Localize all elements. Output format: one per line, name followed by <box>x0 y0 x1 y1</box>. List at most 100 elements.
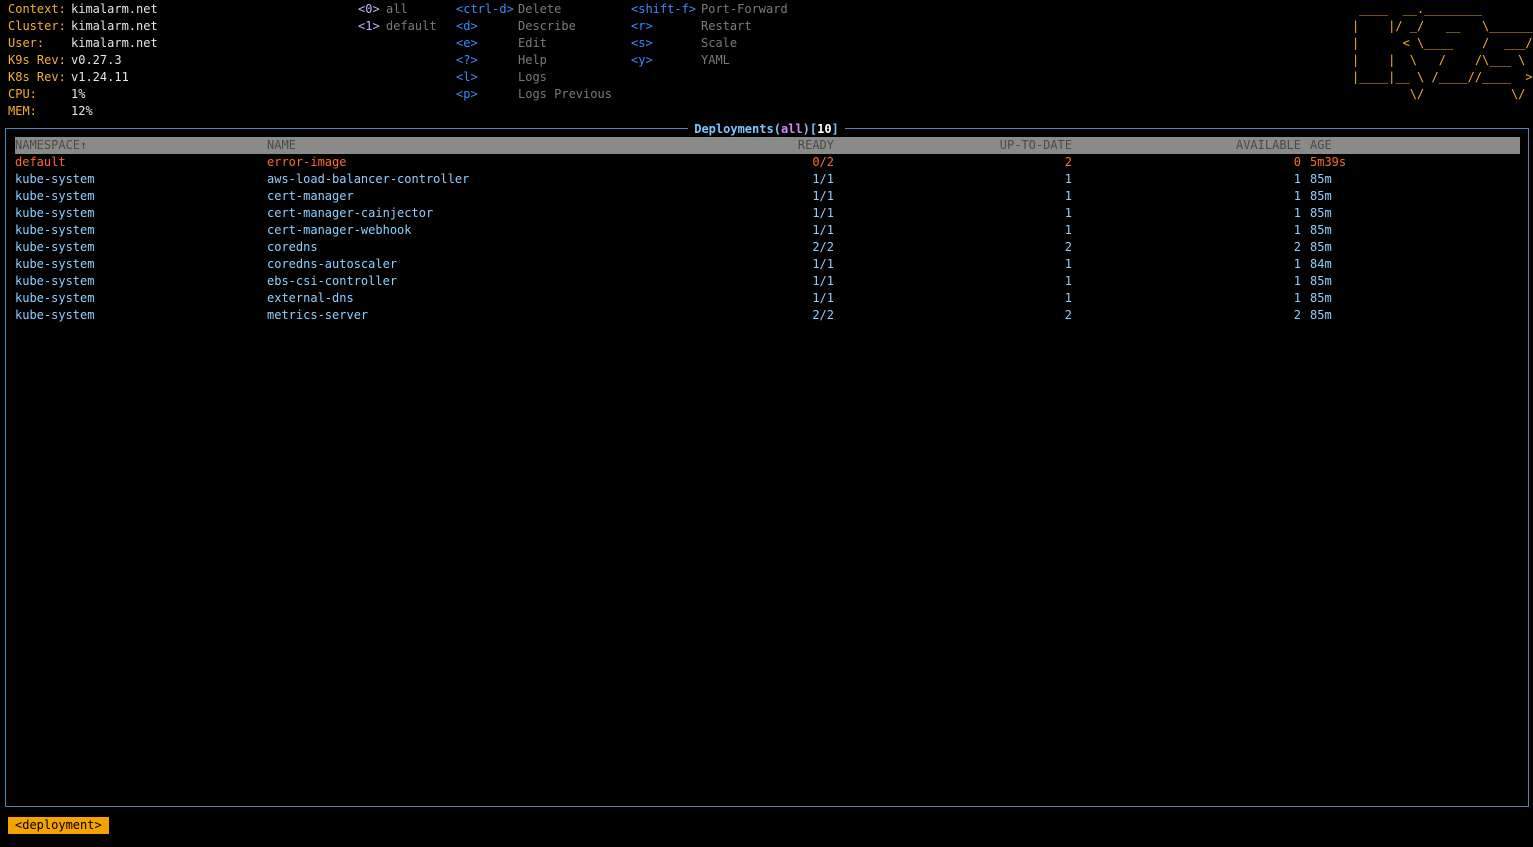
cell-name: external-dns <box>267 291 354 305</box>
cell-ready: 1/1 <box>812 172 834 186</box>
cell-name: cert-manager <box>267 189 354 203</box>
cell-age: 85m <box>1310 274 1332 288</box>
cell-up-to-date: 2 <box>1064 155 1072 169</box>
cell-age: 85m <box>1310 172 1332 186</box>
cell-name: coredns-autoscaler <box>267 257 398 271</box>
hint-logs[interactable]: <l> Logs <box>456 69 612 86</box>
hint-yaml[interactable]: <y> YAML <box>631 52 788 69</box>
table-row[interactable]: kube-system coredns 2/2 2 2 85m <box>15 239 1520 256</box>
table-body: default error-image 0/2 2 0 5m39s kube-system a… <box>15 154 1520 324</box>
deployments-table: NAMESPACE↑ NAME READY UP-TO-DATE AVAILAB… <box>15 137 1520 324</box>
cell-namespace: kube-system <box>15 240 95 254</box>
info-user: User: kimalarm.net <box>8 36 158 50</box>
table-row[interactable]: kube-system cert-manager 1/1 1 1 85m <box>15 188 1520 205</box>
info-mem: MEM: 12% <box>8 104 93 118</box>
cell-available: 2 <box>1293 240 1301 254</box>
column-available[interactable]: AVAILABLE <box>1236 137 1301 154</box>
cell-age: 85m <box>1310 308 1332 322</box>
table-row[interactable]: kube-system external-dns 1/1 1 1 85m <box>15 290 1520 307</box>
cell-available: 1 <box>1293 274 1301 288</box>
cell-ready: 0/2 <box>812 155 834 169</box>
cell-name: ebs-csi-controller <box>267 274 398 288</box>
column-namespace[interactable]: NAMESPACE↑ <box>15 137 87 154</box>
column-up-to-date[interactable]: UP-TO-DATE <box>1000 137 1072 154</box>
cell-ready: 1/1 <box>812 274 834 288</box>
cell-name: coredns <box>267 240 318 254</box>
namespace-shortcut-all[interactable]: <0> all <box>358 1 437 18</box>
cell-up-to-date: 1 <box>1064 206 1072 220</box>
hint-edit[interactable]: <e> Edit <box>456 35 612 52</box>
table-row[interactable]: kube-system aws-load-balancer-controller 1… <box>15 171 1520 188</box>
hint-scale[interactable]: <s> Scale <box>631 35 788 52</box>
namespace-shortcut-default[interactable]: <1> default <box>358 18 437 35</box>
info-cpu: CPU: 1% <box>8 87 86 101</box>
cell-namespace: kube-system <box>15 223 95 237</box>
table-row[interactable]: kube-system cert-manager-webhook 1/1 1 1 85m <box>15 222 1520 239</box>
cell-ready: 1/1 <box>812 291 834 305</box>
table-row[interactable]: kube-system metrics-server 2/2 2 2 85m <box>15 307 1520 324</box>
cell-ready: 1/1 <box>812 189 834 203</box>
table-header: NAMESPACE↑ NAME READY UP-TO-DATE AVAILAB… <box>15 137 1520 154</box>
info-cluster: Cluster: kimalarm.net <box>8 19 158 33</box>
panel-title: Deployments(all)[10] <box>0 121 1533 138</box>
table-row[interactable]: kube-system cert-manager-cainjector 1/1 1 1 8… <box>15 205 1520 222</box>
cell-ready: 2/2 <box>812 240 834 254</box>
cell-namespace: kube-system <box>15 274 95 288</box>
hint-port-forward[interactable]: <shift-f> Port-Forward <box>631 1 788 18</box>
cell-available: 1 <box>1293 257 1301 271</box>
cell-age: 85m <box>1310 291 1332 305</box>
cell-namespace: kube-system <box>15 291 95 305</box>
cell-ready: 1/1 <box>812 206 834 220</box>
cell-name: aws-load-balancer-controller <box>267 172 470 186</box>
cell-up-to-date: 1 <box>1064 189 1072 203</box>
cell-available: 2 <box>1293 308 1301 322</box>
hint-delete[interactable]: <ctrl-d> Delete <box>456 1 612 18</box>
info-k8s-rev: K8s Rev: v1.24.11 <box>8 70 129 84</box>
cell-ready: 1/1 <box>812 223 834 237</box>
hint-help[interactable]: <?> Help <box>456 52 612 69</box>
cell-available: 0 <box>1293 155 1301 169</box>
cell-up-to-date: 1 <box>1064 257 1072 271</box>
key-hints-primary: <ctrl-d> Delete <d> Describe <e> Edit <?> He… <box>456 1 612 103</box>
cluster-info: Context: kimalarm.net Cluster: kimalarm.ne… <box>8 1 158 120</box>
hint-logs-previous[interactable]: <p> Logs Previous <box>456 86 612 103</box>
cell-available: 1 <box>1293 206 1301 220</box>
cell-name: metrics-server <box>267 308 369 322</box>
cell-up-to-date: 1 <box>1064 223 1072 237</box>
cell-available: 1 <box>1293 291 1301 305</box>
info-k9s-rev: K9s Rev: v0.27.3 <box>8 53 122 67</box>
key-hints-secondary: <shift-f> Port-Forward <r> Restart <s> Scal… <box>631 1 788 69</box>
namespace-shortcuts: <0> all <1> default <box>358 1 437 35</box>
cell-age: 85m <box>1310 189 1332 203</box>
column-name[interactable]: NAME <box>267 137 296 154</box>
cell-namespace: default <box>15 155 66 169</box>
cell-name: error-image <box>267 155 347 169</box>
cell-ready: 2/2 <box>812 308 834 322</box>
table-row[interactable]: default error-image 0/2 2 0 5m39s <box>15 154 1520 171</box>
cell-available: 1 <box>1293 172 1301 186</box>
cell-up-to-date: 1 <box>1064 274 1072 288</box>
breadcrumb: <deployment> <box>8 817 109 834</box>
cell-namespace: kube-system <box>15 206 95 220</box>
cell-namespace: kube-system <box>15 172 95 186</box>
column-ready[interactable]: READY <box>798 137 834 154</box>
cell-namespace: kube-system <box>15 308 95 322</box>
cell-up-to-date: 2 <box>1064 240 1072 254</box>
cell-namespace: kube-system <box>15 189 95 203</box>
cell-age: 85m <box>1310 206 1332 220</box>
cell-namespace: kube-system <box>15 257 95 271</box>
cell-up-to-date: 2 <box>1064 308 1072 322</box>
info-context: Context: kimalarm.net <box>8 2 158 16</box>
cell-age: 84m <box>1310 257 1332 271</box>
column-age[interactable]: AGE <box>1310 137 1332 154</box>
hint-restart[interactable]: <r> Restart <box>631 18 788 35</box>
cell-age: 85m <box>1310 240 1332 254</box>
table-row[interactable]: kube-system ebs-csi-controller 1/1 1 1 85m <box>15 273 1520 290</box>
cell-ready: 1/1 <box>812 257 834 271</box>
table-row[interactable]: kube-system coredns-autoscaler 1/1 1 1 84m <box>15 256 1520 273</box>
k9s-logo: ____ __.________ | |/ _/ __ \______ | < … <box>1352 2 1533 101</box>
cell-name: cert-manager-cainjector <box>267 206 434 220</box>
hint-describe[interactable]: <d> Describe <box>456 18 612 35</box>
cell-age: 85m <box>1310 223 1332 237</box>
cell-name: cert-manager-webhook <box>267 223 412 237</box>
